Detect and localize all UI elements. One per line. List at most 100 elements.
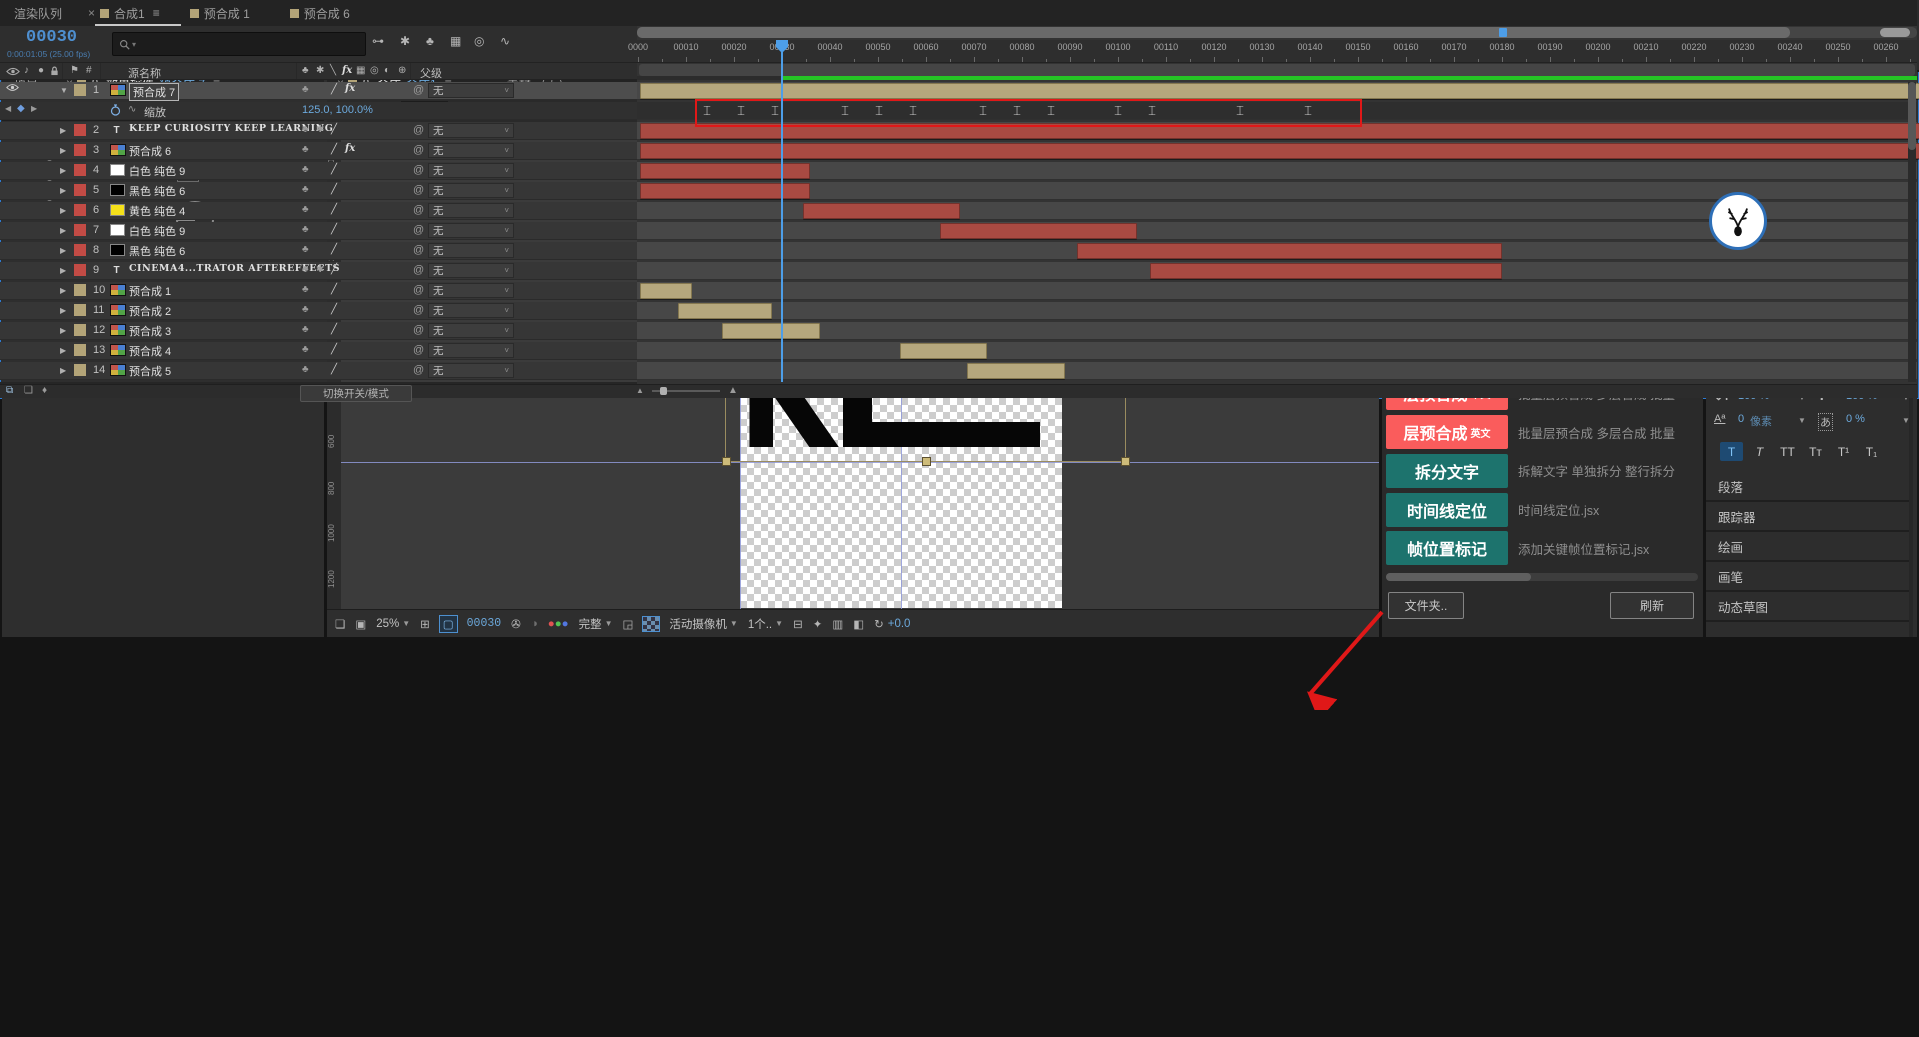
layer-duration-bar[interactable] — [640, 163, 810, 179]
parent-dropdown[interactable]: 无 ˅ — [428, 243, 514, 258]
refresh-button[interactable]: 刷新 — [1610, 592, 1694, 619]
viewer-timecode[interactable]: 00030 — [467, 617, 502, 630]
layer-row-8[interactable]: ▶ 8 黑色 纯色 6 ♣ ╱ @ 无 ˅ — [0, 242, 637, 260]
faux-style-2[interactable]: TT — [1776, 442, 1799, 461]
faux-style-3[interactable]: Tᴛ — [1804, 442, 1827, 461]
source-name-column[interactable]: 源名称 — [128, 65, 161, 81]
parent-pickwhip-icon[interactable]: @ — [413, 284, 424, 296]
script-run-button[interactable]: 时间线定位 — [1386, 492, 1508, 527]
fx-switch[interactable]: fx — [345, 143, 355, 154]
hide-shy-layers-icon[interactable]: ♣ — [426, 34, 434, 48]
quality-switch[interactable]: ╱ — [331, 364, 337, 375]
mask-visibility-icon[interactable]: ▢ — [438, 614, 458, 633]
tab-precomp1[interactable]: 预合成 1 — [189, 5, 250, 22]
layer-row-11[interactable]: ▶ 11 预合成 2 ♣ ╱ @ 无 ˅ — [0, 302, 637, 320]
parent-pickwhip-icon[interactable]: @ — [413, 224, 424, 236]
quality-switch[interactable]: ╱ — [331, 124, 337, 135]
expand-icon[interactable]: ▶ — [60, 346, 66, 355]
quality-switch[interactable]: ╱ — [331, 264, 337, 275]
timeline-zoom-slider[interactable] — [652, 387, 720, 395]
quality-switch[interactable]: ╱ — [331, 164, 337, 175]
faux-style-5[interactable]: T₁ — [1860, 442, 1883, 461]
comp-mini-flowchart-icon[interactable]: ⊶ — [372, 34, 384, 48]
tab-precomp6[interactable]: 预合成 6 — [289, 5, 350, 22]
parent-pickwhip-icon[interactable]: @ — [413, 244, 424, 256]
quality-switch[interactable]: ╱ — [331, 184, 337, 195]
layer-name[interactable]: 预合成 4 — [129, 343, 171, 359]
transparency-grid-icon[interactable] — [642, 615, 661, 632]
script-row[interactable]: 拆分文字 拆解文字 单独拆分 整行拆分 — [1386, 453, 1699, 489]
label-color-swatch[interactable] — [74, 304, 86, 316]
share-view-icon[interactable]: ⊟ — [793, 617, 803, 631]
panel-menu-icon[interactable]: ≡ — [153, 6, 160, 20]
flowchart-icon[interactable]: ◧ — [853, 617, 864, 631]
script-run-button[interactable]: 帧位置标记 — [1386, 531, 1508, 566]
layer-name[interactable]: 黑色 纯色 6 — [129, 243, 185, 259]
section-画笔[interactable]: 画笔 — [1706, 562, 1913, 592]
quality-switch[interactable]: ╱ — [331, 344, 337, 355]
expand-icon[interactable]: ▶ — [60, 206, 66, 215]
parent-pickwhip-icon[interactable]: @ — [413, 324, 424, 336]
layer-row-10[interactable]: ▶ 10 预合成 1 ♣ ╱ @ 无 ˅ — [0, 282, 637, 300]
prev-keyframe-icon[interactable]: ◀ — [5, 104, 11, 113]
shy-switch[interactable]: ♣ — [302, 364, 309, 375]
section-动态草图[interactable]: 动态草图 — [1706, 592, 1913, 622]
magnification-dropdown[interactable]: 25% ▼ — [376, 618, 410, 630]
quality-switch[interactable]: ╱ — [331, 284, 337, 295]
timeline-vertical-scrollbar[interactable] — [1908, 82, 1916, 382]
layer-row-1[interactable]: ▼ 1 预合成 7 ♣ ╱ fx @ 无 ˅ — [0, 82, 637, 101]
shy-switch[interactable]: ♣ — [302, 144, 309, 155]
layer-duration-bar[interactable] — [967, 363, 1065, 379]
property-value[interactable]: 125.0, 100.0% — [302, 104, 373, 116]
parent-pickwhip-icon[interactable]: @ — [413, 184, 424, 196]
monitor-icon[interactable]: ▣ — [355, 617, 366, 631]
layer-duration-bar[interactable] — [1077, 243, 1502, 259]
script-row[interactable]: 帧位置标记 添加关键帧位置标记.jsx — [1386, 530, 1699, 566]
always-preview-icon[interactable]: ❏ — [335, 617, 345, 631]
label-color-swatch[interactable] — [74, 204, 86, 216]
quality-switch[interactable]: ╱ — [331, 204, 337, 215]
expand-layer-switches-icon[interactable]: ⧉ — [6, 385, 13, 396]
layer-duration-bar[interactable] — [640, 143, 1919, 159]
expand-icon[interactable]: ▶ — [60, 226, 66, 235]
expand-icon[interactable]: ▶ — [60, 126, 66, 135]
exposure-value[interactable]: +0.0 — [888, 618, 911, 630]
shy-switch[interactable]: ♣ — [302, 264, 309, 275]
parent-pickwhip-icon[interactable]: @ — [413, 144, 424, 156]
label-color-swatch[interactable] — [74, 124, 86, 136]
resolution-dropdown[interactable]: 完整 ▼ — [579, 616, 613, 632]
layer-row-6[interactable]: ▶ 6 黄色 纯色 4 ♣ ╱ @ 无 ˅ — [0, 202, 637, 220]
parent-dropdown[interactable]: 无 ˅ — [428, 283, 514, 298]
layer-name[interactable]: 白色 纯色 9 — [129, 223, 185, 239]
dropdown-caret[interactable]: ▼ — [1798, 416, 1806, 425]
shy-switch[interactable]: ♣ — [302, 164, 309, 175]
parent-pickwhip-icon[interactable]: @ — [413, 204, 424, 216]
parent-pickwhip-icon[interactable]: @ — [413, 124, 424, 136]
layer-row-12[interactable]: ▶ 12 预合成 3 ♣ ╱ @ 无 ˅ — [0, 322, 637, 340]
expand-icon[interactable]: ▶ — [60, 286, 66, 295]
fast-previews-icon[interactable]: ✦ — [813, 617, 823, 631]
label-color-swatch[interactable] — [74, 84, 86, 96]
tsume-value[interactable]: 0 % — [1846, 413, 1865, 425]
label-color-swatch[interactable] — [74, 184, 86, 196]
script-scrollbar-track[interactable] — [1386, 573, 1698, 581]
parent-pickwhip-icon[interactable]: @ — [413, 304, 424, 316]
shy-switch[interactable]: ♣ — [302, 284, 309, 295]
parent-pickwhip-icon[interactable]: @ — [413, 164, 424, 176]
current-timecode[interactable]: 00030 — [26, 28, 77, 47]
shy-switch[interactable]: ♣ — [302, 244, 309, 255]
expand-icon[interactable]: ▶ — [60, 326, 66, 335]
layer-row-4[interactable]: ▶ 4 白色 纯色 9 ♣ ╱ @ 无 ˅ — [0, 162, 637, 180]
parent-dropdown[interactable]: 无 ˅ — [428, 183, 514, 198]
expand-icon[interactable]: ▶ — [60, 266, 66, 275]
parent-dropdown[interactable]: 无 ˅ — [428, 363, 514, 378]
layer-name[interactable]: 预合成 6 — [129, 143, 171, 159]
label-color-swatch[interactable] — [74, 244, 86, 256]
shy-switch[interactable]: ♣ — [302, 84, 309, 95]
expand-icon[interactable]: ▶ — [60, 186, 66, 195]
script-scrollbar-thumb[interactable] — [1386, 573, 1531, 581]
expand-icon[interactable]: ▶ — [60, 306, 66, 315]
layer-duration-bar[interactable] — [940, 223, 1137, 239]
keyframe-toggle-icon[interactable]: ◆ — [17, 103, 25, 114]
reset-exposure-icon[interactable]: ↻ — [874, 617, 884, 631]
